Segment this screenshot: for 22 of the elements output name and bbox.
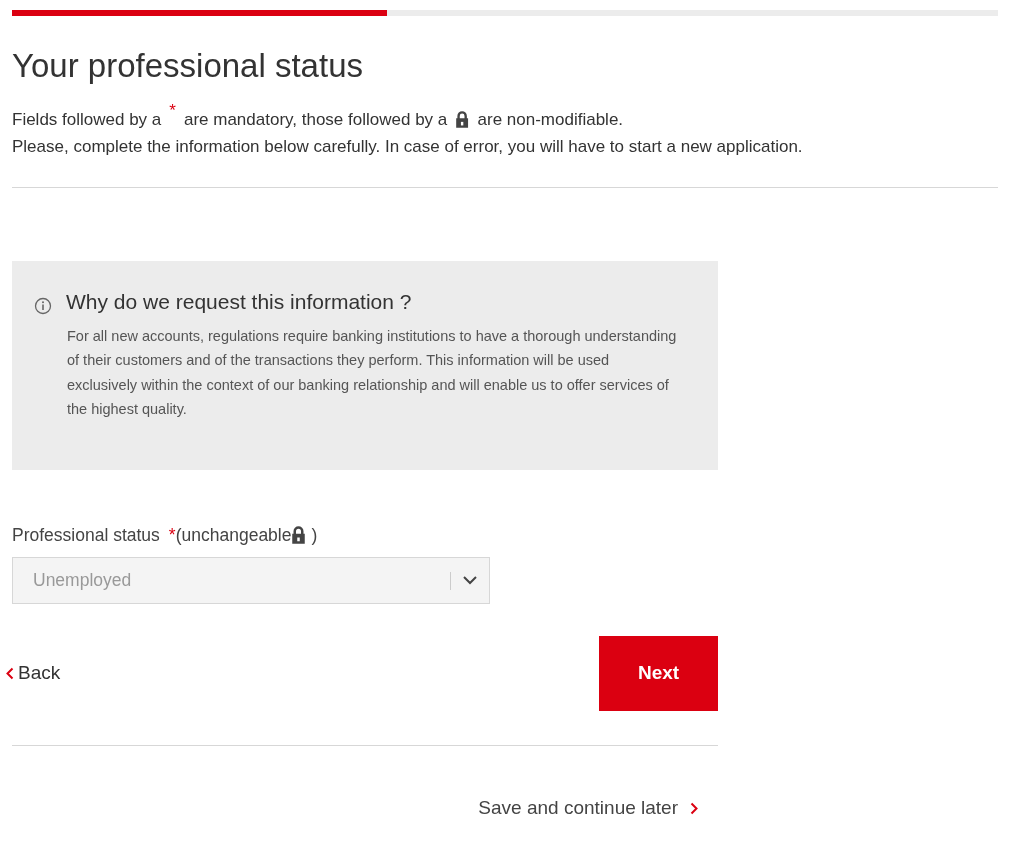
required-mark: * xyxy=(169,99,176,122)
info-text: For all new accounts, regulations require banking institutions to have a thorough understanding of their customers and of the transactions they perform. This information will be used exclusively within the context of our banking relationship and will enable us to offer services of the highest quality. xyxy=(67,326,678,420)
field-note: ) xyxy=(311,523,318,547)
page-title: Your professional status xyxy=(12,46,364,86)
legend-text: Fields followed by a xyxy=(12,108,162,131)
next-button[interactable]: Next xyxy=(599,636,718,712)
instruction-text: Please, complete the information below carefully. In case of error, you will have to start a new application. xyxy=(12,135,804,158)
legend-text: are non-modifiable. xyxy=(477,108,624,131)
required-mark: * xyxy=(168,523,176,547)
back-link[interactable]: Back xyxy=(6,659,61,688)
field-note: (unchangeable xyxy=(175,523,292,547)
legend-text: are mandatory, those followed by a xyxy=(183,108,448,131)
field-label: Professional status xyxy=(12,523,160,547)
lock-icon xyxy=(455,109,470,129)
save-later-link[interactable]: Save and continue later xyxy=(478,794,698,823)
chevron-right-icon xyxy=(690,801,698,815)
status-dropdown: Unemployed xyxy=(12,557,490,605)
info-title: Why do we request this information ? xyxy=(66,288,412,314)
lock-icon xyxy=(291,524,307,545)
info-icon xyxy=(34,297,52,316)
chevron-left-icon xyxy=(6,667,14,681)
chevron-down-icon xyxy=(463,576,477,586)
